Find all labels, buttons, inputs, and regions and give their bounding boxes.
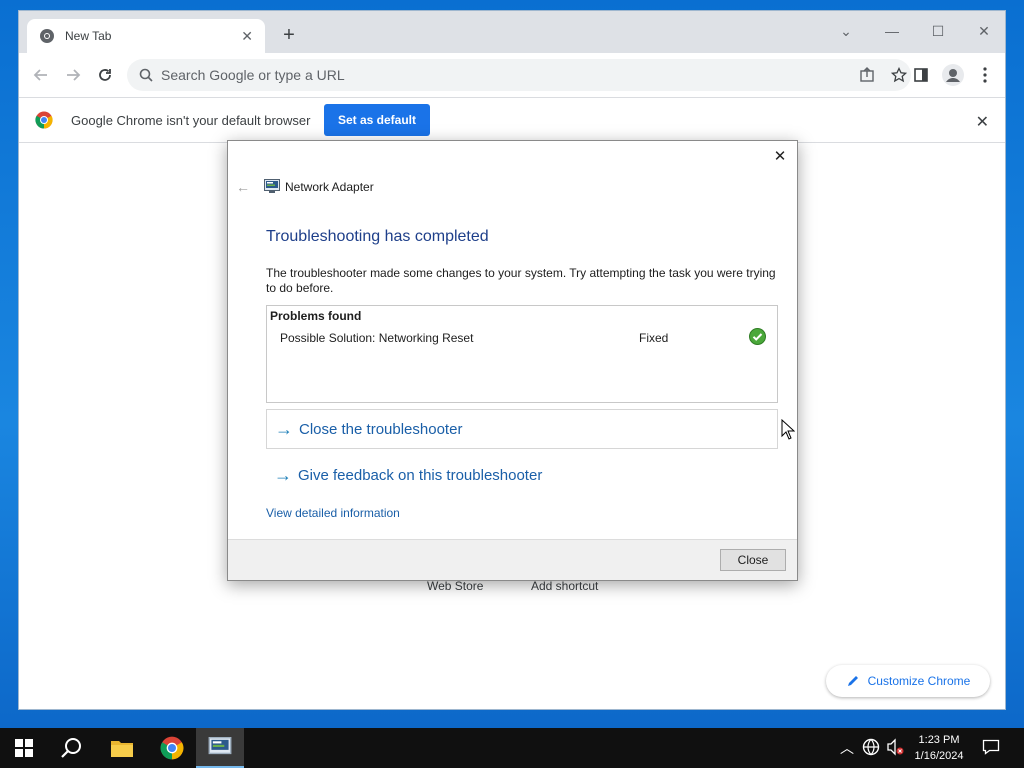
notification-center-icon[interactable] [982,738,1000,756]
forward-button[interactable] [59,61,87,89]
arrow-right-icon: → [274,464,292,485]
clock-time: 1:23 PM [918,734,960,746]
chrome-taskbar-button[interactable] [148,728,196,768]
maximize-button[interactable]: ☐ [915,17,961,45]
taskbar: ︿ 1:23 PM 1/16/2024 [0,728,1024,768]
volume-muted-icon[interactable] [886,738,904,756]
start-button[interactable] [0,728,48,768]
customize-chrome-button[interactable]: Customize Chrome [826,665,990,697]
infobar-message: Google Chrome isn't your default browser [71,113,311,128]
omnibox-input[interactable] [161,67,801,83]
mouse-cursor-icon [781,419,795,440]
troubleshooter-dialog: ✕ ← Network Adapter Troubleshooting has … [227,140,798,581]
back-arrow-icon [33,69,47,81]
network-adapter-icon [208,737,232,755]
show-hidden-icons-chevron-icon[interactable]: ︿ [840,738,854,758]
back-arrow-icon[interactable]: ← [236,179,250,195]
pencil-icon [847,676,858,686]
close-button[interactable]: Close [720,549,786,571]
chrome-favicon-icon [40,29,54,43]
dialog-description: The troubleshooter made some changes to … [266,266,776,295]
windows-logo-icon [15,739,33,757]
web-store-shortcut[interactable]: Web Store [427,579,483,593]
arrow-right-icon: → [275,418,293,439]
bookmark-star-icon[interactable] [891,67,907,83]
chrome-logo-icon [35,111,53,129]
clock-date: 1/16/2024 [914,750,964,762]
file-explorer-button[interactable] [98,728,146,768]
network-globe-icon[interactable] [862,738,880,756]
customize-chrome-label: Customize Chrome [867,674,971,688]
problem-status: Fixed [639,331,669,345]
address-bar[interactable] [127,59,911,91]
set-as-default-button[interactable]: Set as default [324,104,430,136]
avatar-icon [942,64,964,86]
search-icon [61,738,81,758]
search-icon [139,68,153,82]
default-browser-infobar: Google Chrome isn't your default browser… [19,97,1005,143]
problems-found-list: Problems found Possible Solution: Networ… [266,305,778,403]
close-troubleshooter-link[interactable]: → Close the troubleshooter [266,409,778,449]
kebab-menu-icon [983,67,987,83]
problem-name: Possible Solution: Networking Reset [280,331,474,345]
share-icon[interactable] [859,67,875,83]
minimize-button[interactable]: — [869,17,915,45]
tab-strip: New Tab ✕ + ⌄ — ☐ ✕ [19,11,1005,53]
dialog-app-title: Network Adapter [285,180,374,194]
chrome-icon [160,736,184,760]
tab-close-icon[interactable]: ✕ [241,28,253,45]
new-tab-button[interactable]: + [277,24,301,48]
browser-toolbar [19,53,1005,97]
reload-button[interactable] [91,61,119,89]
folder-icon [111,741,133,757]
close-troubleshooter-label: Close the troubleshooter [299,420,463,438]
tab-new-tab[interactable]: New Tab ✕ [27,19,265,53]
tab-search-icon[interactable]: ⌄ [823,17,869,45]
dialog-footer: Close [228,539,797,580]
forward-arrow-icon [67,69,81,81]
system-clock[interactable]: 1:23 PM 1/16/2024 [906,732,972,764]
reload-icon [99,69,111,81]
side-panel-button[interactable] [907,61,935,89]
window-close-button[interactable]: ✕ [961,17,1007,45]
add-shortcut[interactable]: Add shortcut [531,579,598,593]
side-panel-icon [914,68,928,82]
give-feedback-link[interactable]: → Give feedback on this troubleshooter [266,455,778,495]
dialog-close-icon[interactable]: ✕ [771,147,789,165]
tab-title: New Tab [65,29,112,43]
troubleshooter-taskbar-button[interactable] [196,728,244,768]
profile-button[interactable] [939,61,967,89]
check-circle-icon [749,328,766,345]
search-button[interactable] [48,728,96,768]
dialog-heading: Troubleshooting has completed [266,228,489,245]
give-feedback-label: Give feedback on this troubleshooter [298,466,543,484]
view-detailed-information-link[interactable]: View detailed information [266,506,400,520]
menu-button[interactable] [971,61,999,89]
back-button[interactable] [27,61,55,89]
network-adapter-icon [264,179,280,193]
infobar-close-icon[interactable]: ✕ [976,112,989,132]
problems-found-header: Problems found [270,309,362,323]
